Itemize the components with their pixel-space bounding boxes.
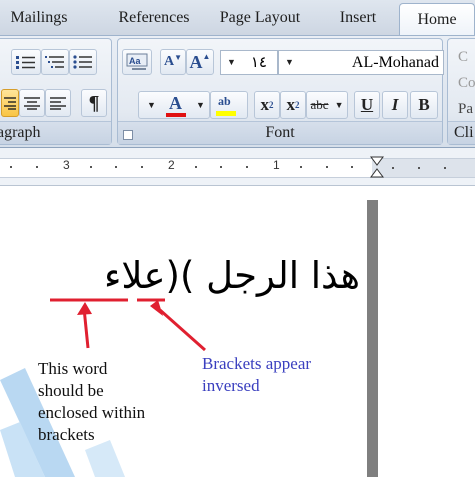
- note-line: enclosed within: [38, 403, 146, 422]
- note-line: This word: [38, 359, 108, 378]
- note-line: inversed: [202, 376, 260, 395]
- note-enclose-word: This word should be enclosed within brac…: [38, 358, 145, 446]
- note-line: should be: [38, 381, 104, 400]
- arrow-head-left-icon: [77, 302, 92, 315]
- note-brackets-inversed: Brackets appear inversed: [202, 353, 311, 397]
- note-line: Brackets appear: [202, 354, 312, 373]
- arrow-head-right-icon: [150, 300, 163, 316]
- note-line: brackets: [38, 425, 95, 444]
